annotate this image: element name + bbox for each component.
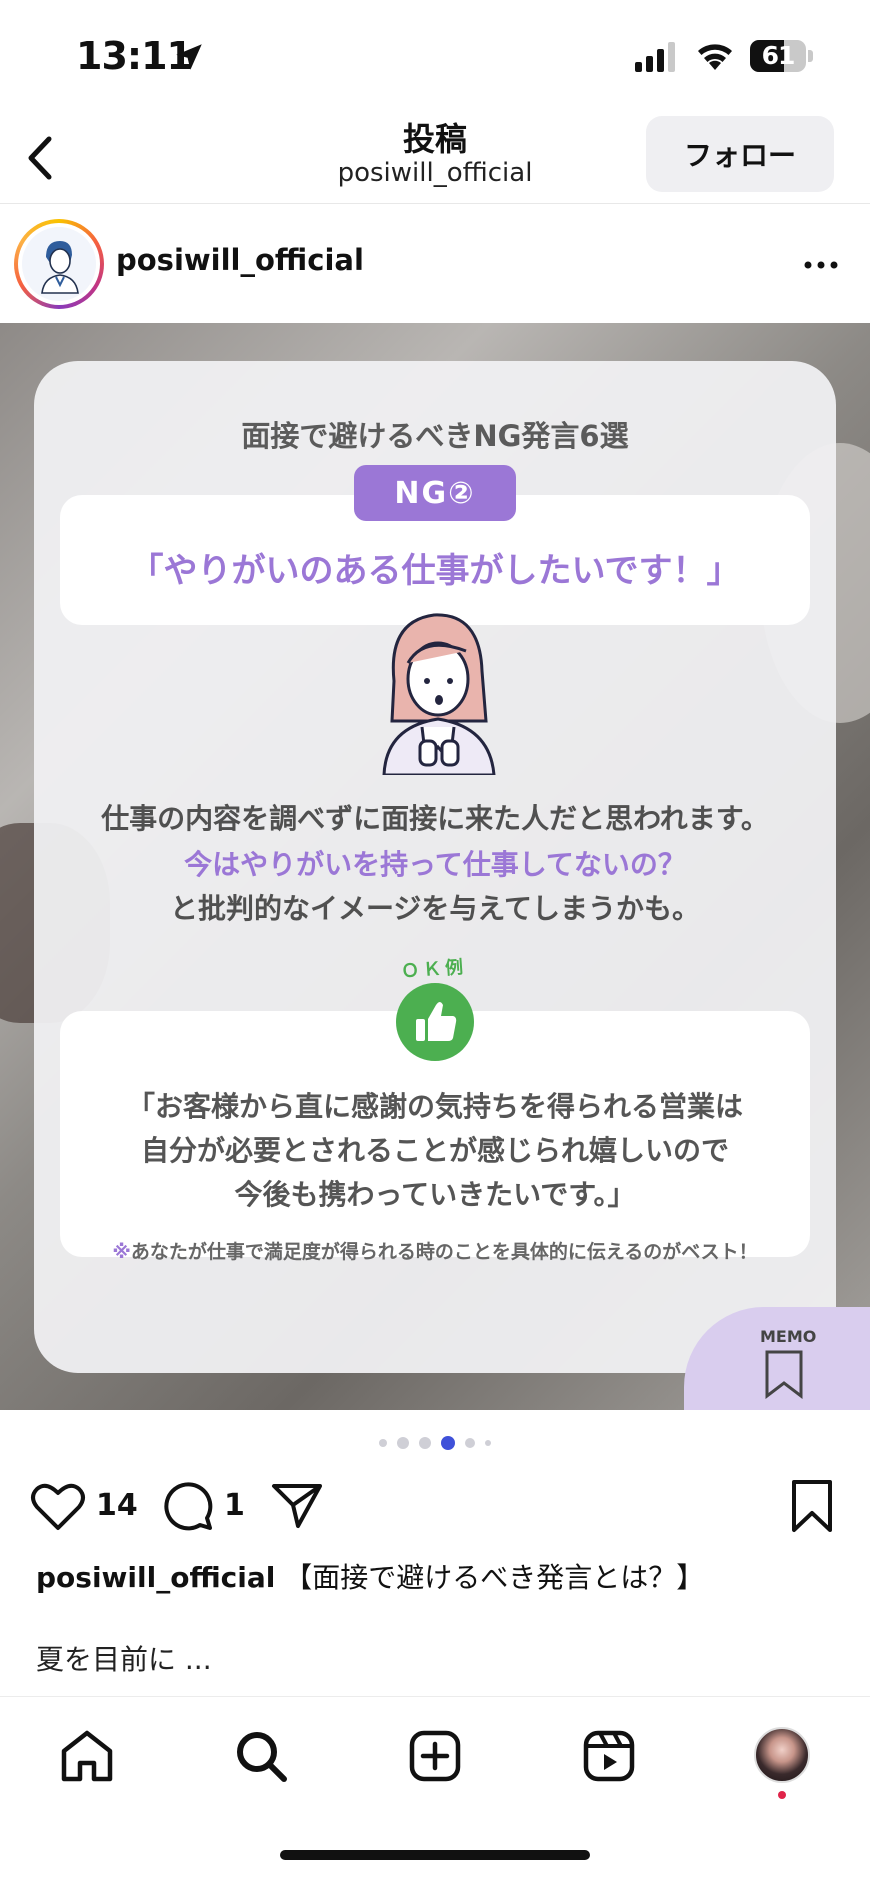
more-icon[interactable]	[796, 245, 846, 285]
explanation-line: 仕事の内容を調べずに面接に来た人だと思われます。	[101, 802, 769, 835]
caption-more[interactable]: 夏を目前に ...	[36, 1638, 212, 1678]
infographic-card: 面接で避けるべきNG発言6選 NG② 「やりがいのある仕事がしたいです！」 仕事…	[34, 361, 836, 1373]
author-avatar-illustration	[22, 227, 96, 301]
home-indicator	[280, 1850, 590, 1860]
memo-label: MEMO	[760, 1327, 817, 1346]
ok-example-label: ＯＫ例	[400, 956, 468, 983]
bookmark-icon[interactable]	[786, 1478, 838, 1534]
create-icon[interactable]	[406, 1727, 464, 1785]
caption-text: 【面接で避けるべき発言とは？】	[284, 1561, 705, 1594]
battery-percent: 61	[761, 41, 796, 70]
ok-example-line: 自分が必要とされることが感じられ嬉しいので	[140, 1134, 729, 1167]
card-title: 面接で避けるべきNG発言6選	[241, 419, 629, 453]
wifi-icon	[698, 44, 732, 70]
ng-badge: NG②	[354, 465, 516, 521]
thumbs-up-icon	[396, 983, 474, 1061]
ng-quote: 「やりがいのある仕事がしたいです！」	[129, 551, 741, 591]
carousel-dot	[465, 1438, 475, 1448]
post-author-bar: posiwill_official	[0, 205, 870, 323]
battery-tip	[808, 50, 813, 62]
carousel-dot	[485, 1440, 491, 1446]
location-arrow-icon	[176, 44, 202, 70]
ok-example-line: 「お客様から直に感謝の気持ちを得られる営業は	[126, 1090, 743, 1123]
search-icon[interactable]	[232, 1727, 290, 1785]
like-count[interactable]: 14	[96, 1488, 138, 1523]
worried-woman-illustration	[382, 613, 496, 775]
author-avatar[interactable]	[14, 219, 104, 309]
post-image[interactable]: 面接で避けるべきNG発言6選 NG② 「やりがいのある仕事がしたいです！」 仕事…	[0, 323, 870, 1410]
reels-icon[interactable]	[580, 1727, 638, 1785]
comment-icon[interactable]	[160, 1478, 214, 1532]
caption-username[interactable]: posiwill_official	[36, 1561, 275, 1594]
notification-dot	[778, 1791, 786, 1799]
share-icon[interactable]	[270, 1478, 324, 1532]
carousel-dot	[441, 1436, 455, 1450]
post-navigation-header: 投稿 posiwill_official フォロー	[0, 110, 870, 204]
heart-icon[interactable]	[30, 1480, 86, 1532]
post-caption: posiwill_official 【面接で避けるべき発言とは？】	[36, 1556, 856, 1596]
home-icon[interactable]	[58, 1727, 116, 1785]
profile-avatar[interactable]	[754, 1727, 810, 1783]
explanation-line: と批判的なイメージを与えてしまうかも。	[169, 892, 701, 925]
memo-bookmark-icon	[765, 1350, 803, 1399]
battery-indicator: 61	[750, 40, 806, 72]
ok-example-note: ※あなたが仕事で満足度が得られる時のことを具体的に伝えるのがベスト！	[60, 1237, 810, 1264]
author-username[interactable]: posiwill_official	[116, 243, 364, 277]
follow-button[interactable]: フォロー	[646, 116, 834, 192]
status-bar: 13:11 61	[0, 0, 870, 110]
carousel-dot	[419, 1437, 431, 1449]
ok-example-line: 今後も携わっていきたいです。」	[234, 1178, 636, 1211]
explanation-highlight: 今はやりがいを持って仕事してないの？	[184, 848, 686, 881]
carousel-dot	[397, 1437, 409, 1449]
note-text: あなたが仕事で満足度が得られる時のことを具体的に伝えるのがベスト！	[130, 1241, 758, 1263]
note-mark: ※	[112, 1241, 131, 1263]
post-actions: 14 1	[0, 1474, 870, 1536]
signal-icon	[635, 42, 675, 72]
carousel-dot	[379, 1439, 387, 1447]
carousel-indicator	[0, 1436, 870, 1450]
comment-count[interactable]: 1	[224, 1488, 245, 1523]
